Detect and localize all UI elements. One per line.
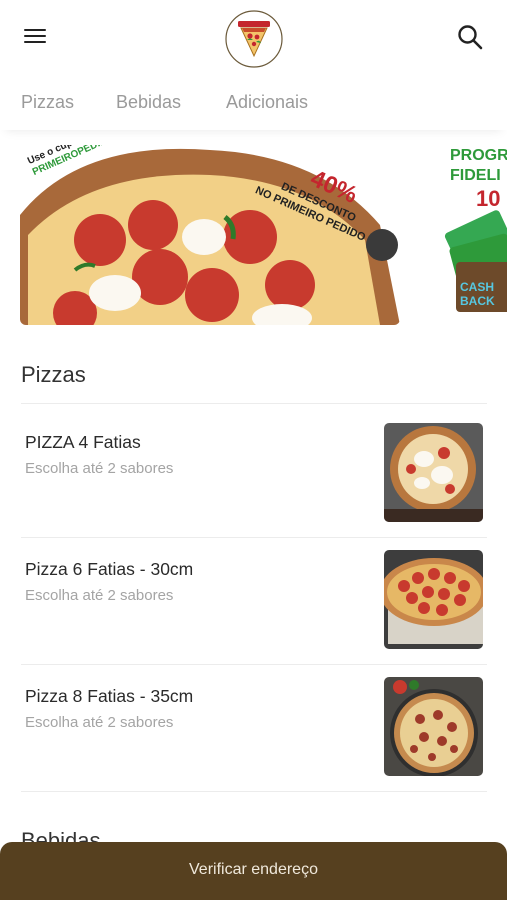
menu-item-description: Escolha até 2 sabores	[25, 587, 174, 604]
cashback-label-line2: BACK	[460, 294, 495, 308]
section-title-pizzas: Pizzas	[21, 362, 86, 387]
menu-item-photo	[384, 550, 483, 649]
cashback-label-line1: CASH	[460, 280, 495, 294]
hamburger-menu-icon[interactable]	[22, 24, 48, 50]
menu-item-name: Pizza 6 Fatias - 30cm	[25, 559, 194, 579]
search-icon[interactable]	[456, 23, 484, 51]
category-tabs: Pizzas Bebidas Adicionais	[0, 80, 507, 130]
menu-item-description: Escolha até 2 sabores	[25, 460, 174, 477]
divider	[21, 403, 487, 404]
tab-adicionais[interactable]: Adicionais	[226, 92, 308, 113]
promo-banner-first-order[interactable]: Use o cupom PRIMEIROPEDIDO 40% DE DESCON…	[20, 145, 400, 325]
promo-carousel: Use o cupom PRIMEIROPEDIDO 40% DE DESCON…	[0, 140, 507, 330]
menu-item-photo	[384, 423, 483, 522]
tab-pizzas[interactable]: Pizzas	[21, 92, 74, 113]
loyalty-percent: 10	[476, 186, 501, 211]
menu-item[interactable]: Pizza 8 Fatias - 35cm Escolha até 2 sabo…	[0, 664, 507, 790]
cashback-money-icon	[444, 210, 507, 312]
loyalty-title-line2: FIDELI	[450, 167, 501, 184]
tab-bebidas[interactable]: Bebidas	[116, 92, 181, 113]
menu-item-photo	[384, 677, 483, 776]
verify-address-label: Verificar endereço	[189, 861, 318, 878]
loyalty-title-line1: PROGR	[450, 147, 507, 164]
divider	[21, 791, 487, 792]
menu-item-description: Escolha até 2 sabores	[25, 714, 174, 731]
promo-banner-loyalty[interactable]: PROGR FIDELI 10 CASH BACK	[440, 140, 507, 330]
app-header	[0, 0, 507, 72]
menu-item[interactable]: PIZZA 4 Fatias Escolha até 2 sabores	[0, 410, 507, 536]
brand-logo[interactable]	[223, 6, 285, 68]
menu-item[interactable]: Pizza 6 Fatias - 30cm Escolha até 2 sabo…	[0, 537, 507, 663]
menu-item-name: Pizza 8 Fatias - 35cm	[25, 686, 194, 706]
menu-item-name: PIZZA 4 Fatias	[25, 432, 141, 452]
verify-address-button[interactable]: Verificar endereço	[0, 842, 507, 900]
